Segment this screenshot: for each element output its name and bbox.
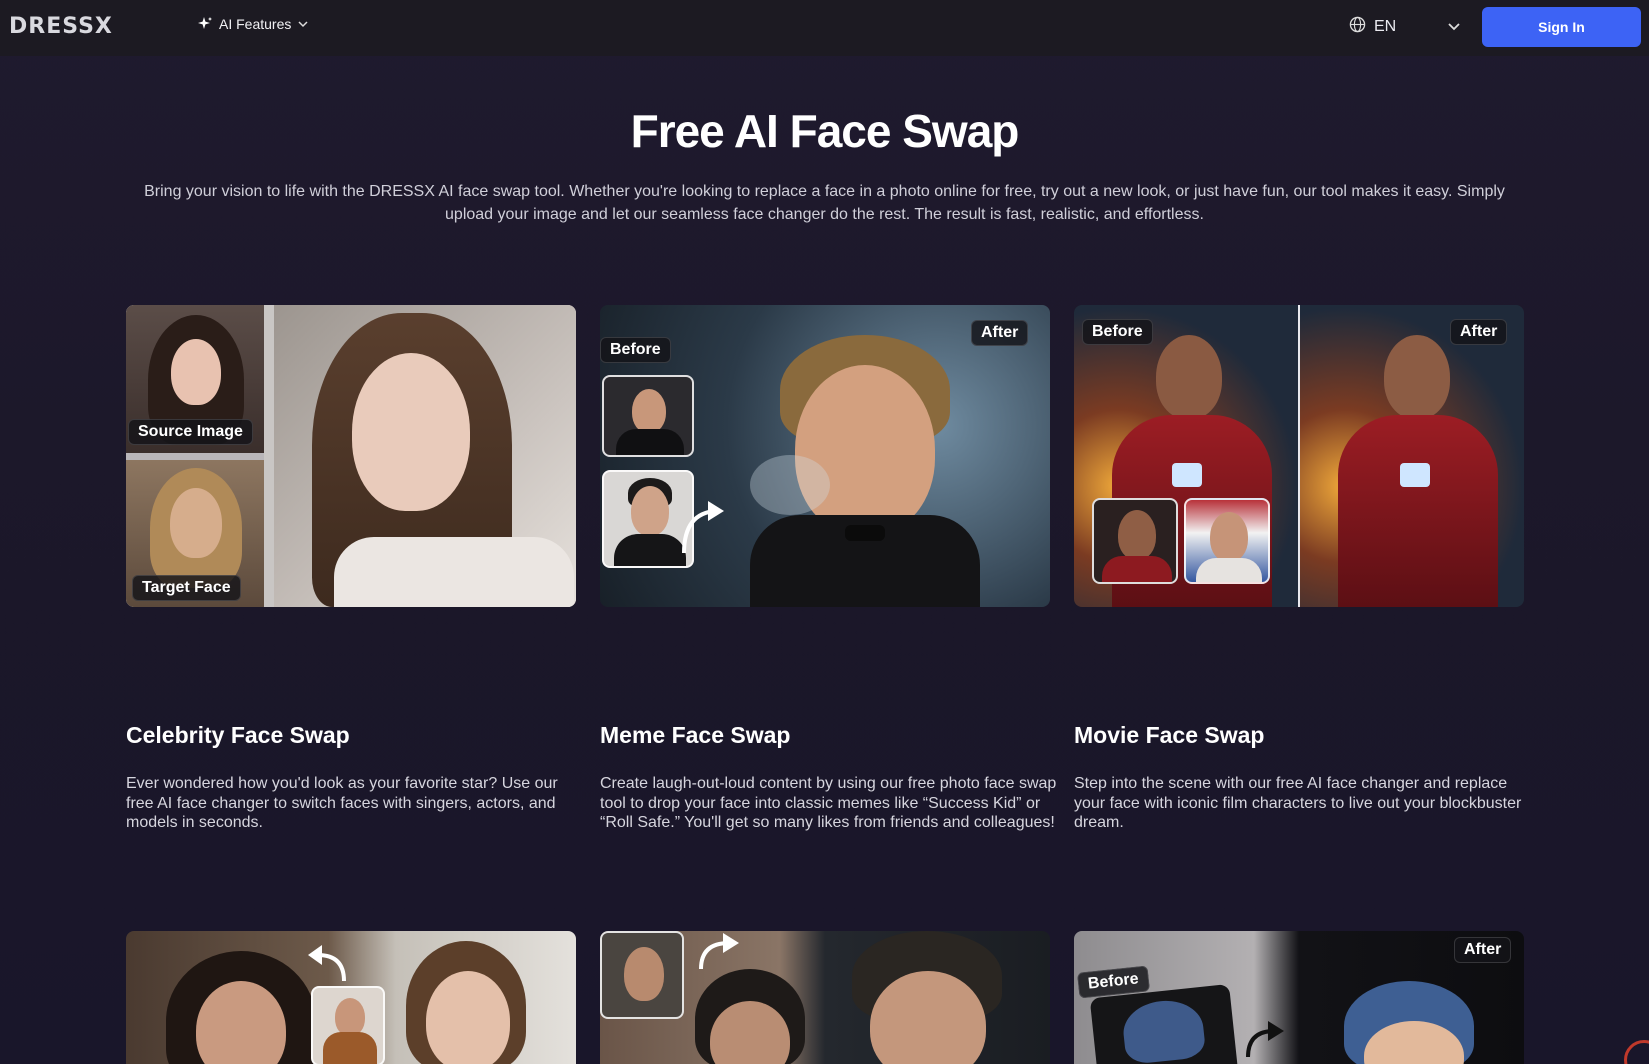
ai-features-menu[interactable]: AI Features: [197, 16, 309, 32]
hero-description: Bring your vision to life with the DRESS…: [144, 183, 1505, 223]
before-thumbnail: [602, 375, 694, 457]
card-title: Meme Face Swap: [600, 722, 791, 748]
curved-arrow-icon: [678, 495, 728, 560]
sparkle-icon: [197, 16, 213, 32]
after-tag: After: [1450, 319, 1508, 345]
face-swap-image[interactable]: Before After: [1074, 931, 1524, 1064]
card-description: Ever wondered how you'd look as your fav…: [126, 775, 558, 831]
face-swap-card[interactable]: [126, 931, 576, 1064]
face-swap-card[interactable]: Before After: [1074, 931, 1524, 1064]
meme-face-swap-card[interactable]: Before After Meme Face Swap Create laugh…: [600, 305, 1056, 831]
before-thumbnail: [600, 931, 684, 1019]
face-swap-image[interactable]: [600, 931, 1050, 1064]
card-description: Step into the scene with our free AI fac…: [1074, 775, 1522, 831]
globe-icon: [1349, 16, 1366, 38]
after-tag: After: [971, 320, 1029, 346]
before-thumbnail: [1092, 498, 1178, 584]
card-title: Movie Face Swap: [1074, 722, 1265, 748]
language-selector[interactable]: EN: [1349, 16, 1396, 38]
face-swap-image[interactable]: [126, 931, 576, 1064]
after-tag: After: [1454, 937, 1512, 963]
page-title: Free AI Face Swap: [630, 105, 1020, 157]
celebrity-face-swap-image[interactable]: Source Image Target Face: [126, 305, 576, 607]
dressx-logo[interactable]: DRESSX: [9, 14, 113, 39]
card-description: Create laugh-out-loud content by using o…: [600, 775, 1057, 831]
language-code: EN: [1374, 18, 1397, 35]
target-face-tag: Target Face: [132, 575, 241, 601]
movie-face-swap-image[interactable]: Before After: [1074, 305, 1524, 607]
source-image-tag: Source Image: [128, 419, 253, 445]
curved-arrow-icon: [695, 931, 745, 976]
movie-face-swap-card[interactable]: Before After Movie Face Swap Step into t…: [1074, 305, 1524, 831]
meme-face-swap-image[interactable]: Before After: [600, 305, 1050, 607]
sign-in-button[interactable]: Sign In: [1482, 7, 1641, 47]
top-navigation-bar: DRESSX AI Features EN Sign In: [0, 0, 1649, 56]
celebrity-face-swap-card[interactable]: Source Image Target Face Celebrity Face …: [126, 305, 576, 831]
source-thumbnail: [1184, 498, 1270, 584]
language-chevron-down-icon[interactable]: [1447, 19, 1461, 38]
curved-arrow-icon: [304, 943, 350, 988]
ai-features-label: AI Features: [219, 16, 292, 32]
card-title: Celebrity Face Swap: [126, 722, 350, 748]
curved-arrow-icon: [1242, 1019, 1288, 1064]
face-swap-card[interactable]: [600, 931, 1050, 1064]
before-tag: Before: [600, 337, 671, 363]
floating-action-circle[interactable]: [1624, 1040, 1649, 1064]
source-thumbnail: [311, 986, 385, 1064]
chevron-down-icon: [297, 18, 309, 30]
before-tag: Before: [1082, 319, 1153, 345]
